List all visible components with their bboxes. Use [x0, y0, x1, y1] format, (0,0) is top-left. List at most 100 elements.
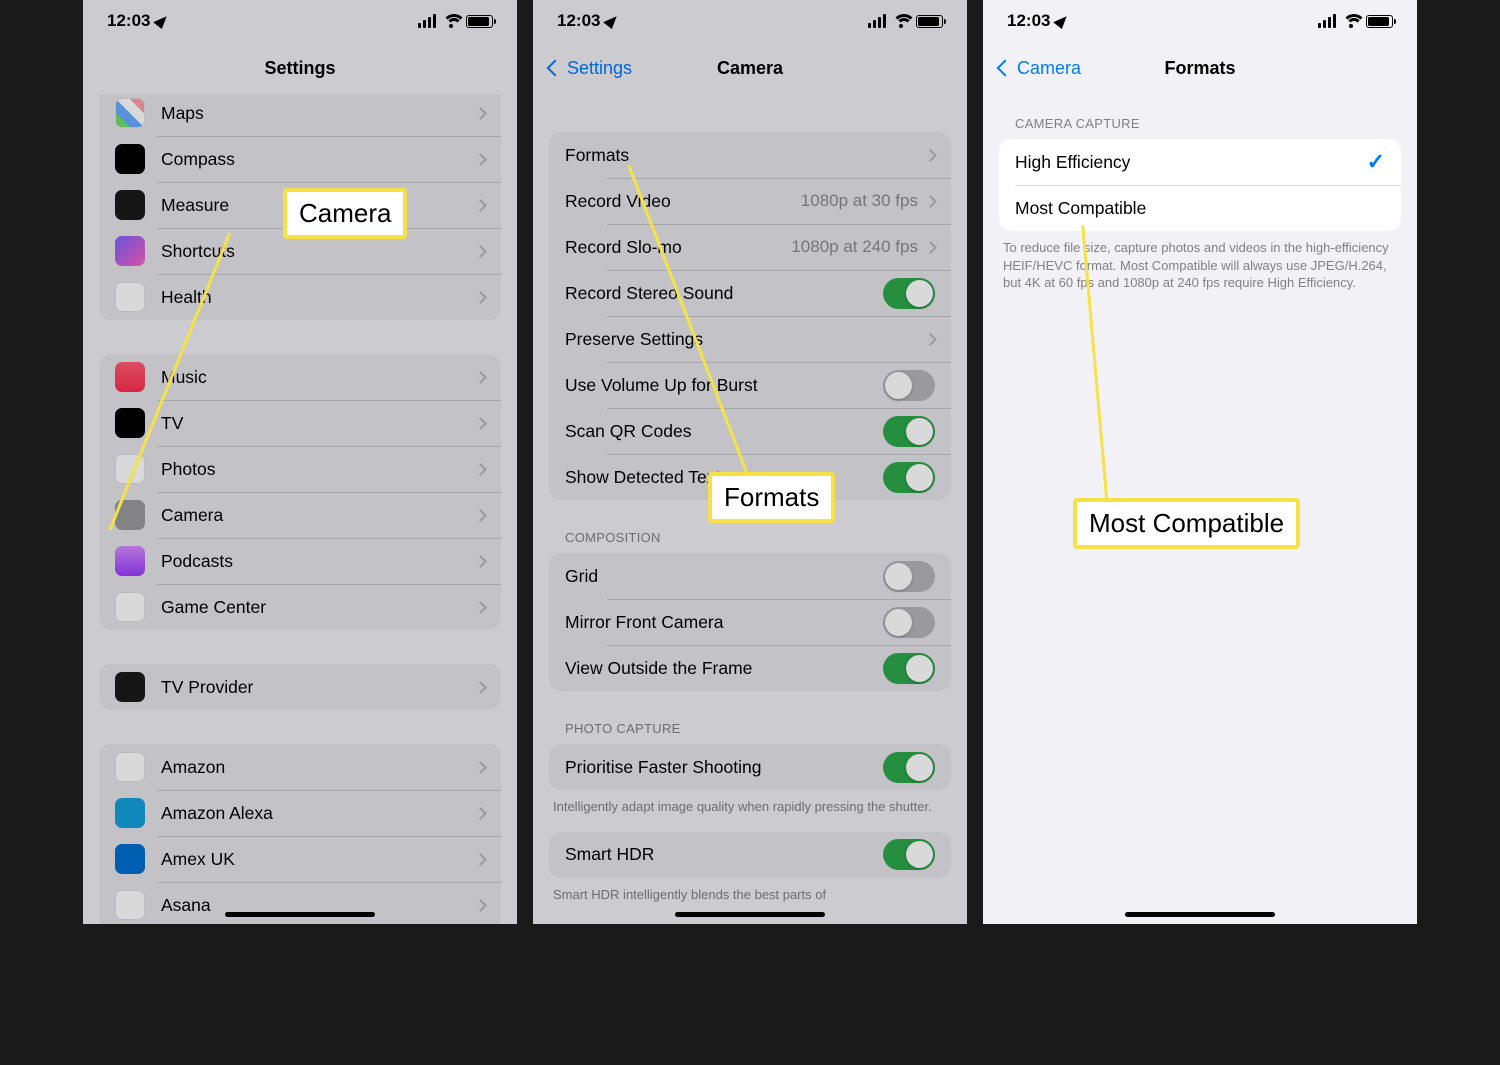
settings-row[interactable]: Scan QR Codes: [549, 408, 951, 454]
chevron-right-icon: [474, 153, 487, 166]
status-bar: 12:03: [83, 0, 517, 42]
settings-row[interactable]: Preserve Settings: [549, 316, 951, 362]
row-label: Prioritise Faster Shooting: [565, 757, 883, 778]
toggle[interactable]: [883, 607, 935, 638]
row-label: Camera: [161, 505, 476, 526]
row-label: High Efficiency: [1015, 152, 1367, 173]
toggle[interactable]: [883, 839, 935, 870]
chevron-right-icon: [924, 149, 937, 162]
chevron-left-icon: [997, 60, 1014, 77]
battery-icon: [916, 15, 943, 28]
settings-row[interactable]: Asana: [99, 882, 501, 924]
toggle[interactable]: [883, 561, 935, 592]
wifi-icon: [442, 14, 460, 28]
back-button[interactable]: Camera: [999, 58, 1081, 79]
battery-icon: [1366, 15, 1393, 28]
row-label: Podcasts: [161, 551, 476, 572]
row-label: Shortcuts: [161, 241, 476, 262]
row-label: Game Center: [161, 597, 476, 618]
i-compass-icon: [115, 144, 145, 174]
format-option[interactable]: High Efficiency ✓: [999, 139, 1401, 185]
chevron-right-icon: [474, 555, 487, 568]
i-alexa-icon: [115, 798, 145, 828]
settings-row[interactable]: Prioritise Faster Shooting: [549, 744, 951, 790]
battery-icon: [466, 15, 493, 28]
status-time: 12:03: [1007, 11, 1050, 31]
location-icon: [154, 11, 171, 28]
section-header-photo-capture: Photo Capture: [533, 691, 967, 744]
settings-row[interactable]: Smart HDR: [549, 832, 951, 878]
row-label: Scan QR Codes: [565, 421, 883, 442]
settings-row[interactable]: Grid: [549, 553, 951, 599]
i-shortcuts-icon: [115, 236, 145, 266]
i-music-icon: [115, 362, 145, 392]
settings-row[interactable]: Use Volume Up for Burst: [549, 362, 951, 408]
settings-row[interactable]: Record Stereo Sound: [549, 270, 951, 316]
settings-row[interactable]: Amazon Alexa: [99, 790, 501, 836]
row-label: TV Provider: [161, 677, 476, 698]
settings-row[interactable]: Amazon: [99, 744, 501, 790]
i-health-icon: [115, 282, 145, 312]
row-label: Maps: [161, 103, 476, 124]
settings-row[interactable]: Record Video1080p at 30 fps: [549, 178, 951, 224]
home-indicator[interactable]: [675, 912, 825, 917]
toggle[interactable]: [883, 278, 935, 309]
chevron-right-icon: [924, 241, 937, 254]
settings-row[interactable]: Formats: [549, 132, 951, 178]
chevron-right-icon: [474, 417, 487, 430]
chevron-right-icon: [474, 291, 487, 304]
settings-row[interactable]: Photos: [99, 446, 501, 492]
row-label: View Outside the Frame: [565, 658, 883, 679]
row-value: 1080p at 30 fps: [801, 191, 918, 211]
settings-row[interactable]: Camera: [99, 492, 501, 538]
back-button[interactable]: Settings: [549, 58, 632, 79]
page-title: Formats: [1164, 58, 1235, 79]
settings-row[interactable]: View Outside the Frame: [549, 645, 951, 691]
row-label: Compass: [161, 149, 476, 170]
toggle[interactable]: [883, 462, 935, 493]
screen-formats: 12:03 Camera Formats Camera Capture High…: [983, 0, 1417, 924]
status-bar: 12:03: [533, 0, 967, 42]
i-measure-icon: [115, 190, 145, 220]
screen-camera-settings: 12:03 Settings Camera Formats Record Vid…: [533, 0, 967, 924]
settings-row[interactable]: Maps: [99, 90, 501, 136]
settings-row[interactable]: Health: [99, 274, 501, 320]
settings-row[interactable]: TV Provider: [99, 664, 501, 710]
toggle[interactable]: [883, 370, 935, 401]
wifi-icon: [892, 14, 910, 28]
chevron-right-icon: [474, 509, 487, 522]
i-tvp-icon: [115, 672, 145, 702]
i-asana-icon: [115, 890, 145, 920]
chevron-right-icon: [474, 681, 487, 694]
callout-formats: Formats: [708, 472, 835, 523]
page-title: Camera: [717, 58, 783, 79]
row-label: Most Compatible: [1015, 198, 1385, 219]
i-podcasts-icon: [115, 546, 145, 576]
status-time: 12:03: [107, 11, 150, 31]
row-label: Record Video: [565, 191, 801, 212]
toggle[interactable]: [883, 416, 935, 447]
navbar: Camera Formats: [983, 42, 1417, 94]
home-indicator[interactable]: [225, 912, 375, 917]
row-label: Mirror Front Camera: [565, 612, 883, 633]
callout-camera: Camera: [283, 188, 407, 239]
row-label: Amazon: [161, 757, 476, 778]
status-time: 12:03: [557, 11, 600, 31]
format-option[interactable]: Most Compatible: [999, 185, 1401, 231]
home-indicator[interactable]: [1125, 912, 1275, 917]
settings-row[interactable]: Podcasts: [99, 538, 501, 584]
section-footer: Smart HDR intelligently blends the best …: [533, 878, 967, 904]
checkmark-icon: ✓: [1367, 149, 1385, 175]
cellular-icon: [418, 14, 436, 28]
section-footer: Intelligently adapt image quality when r…: [533, 790, 967, 816]
chevron-right-icon: [474, 199, 487, 212]
settings-row[interactable]: Compass: [99, 136, 501, 182]
location-icon: [604, 11, 621, 28]
settings-row[interactable]: Mirror Front Camera: [549, 599, 951, 645]
settings-row[interactable]: Music: [99, 354, 501, 400]
toggle[interactable]: [883, 752, 935, 783]
settings-row[interactable]: Game Center: [99, 584, 501, 630]
settings-row[interactable]: Amex UK: [99, 836, 501, 882]
toggle[interactable]: [883, 653, 935, 684]
settings-row[interactable]: Record Slo-mo1080p at 240 fps: [549, 224, 951, 270]
